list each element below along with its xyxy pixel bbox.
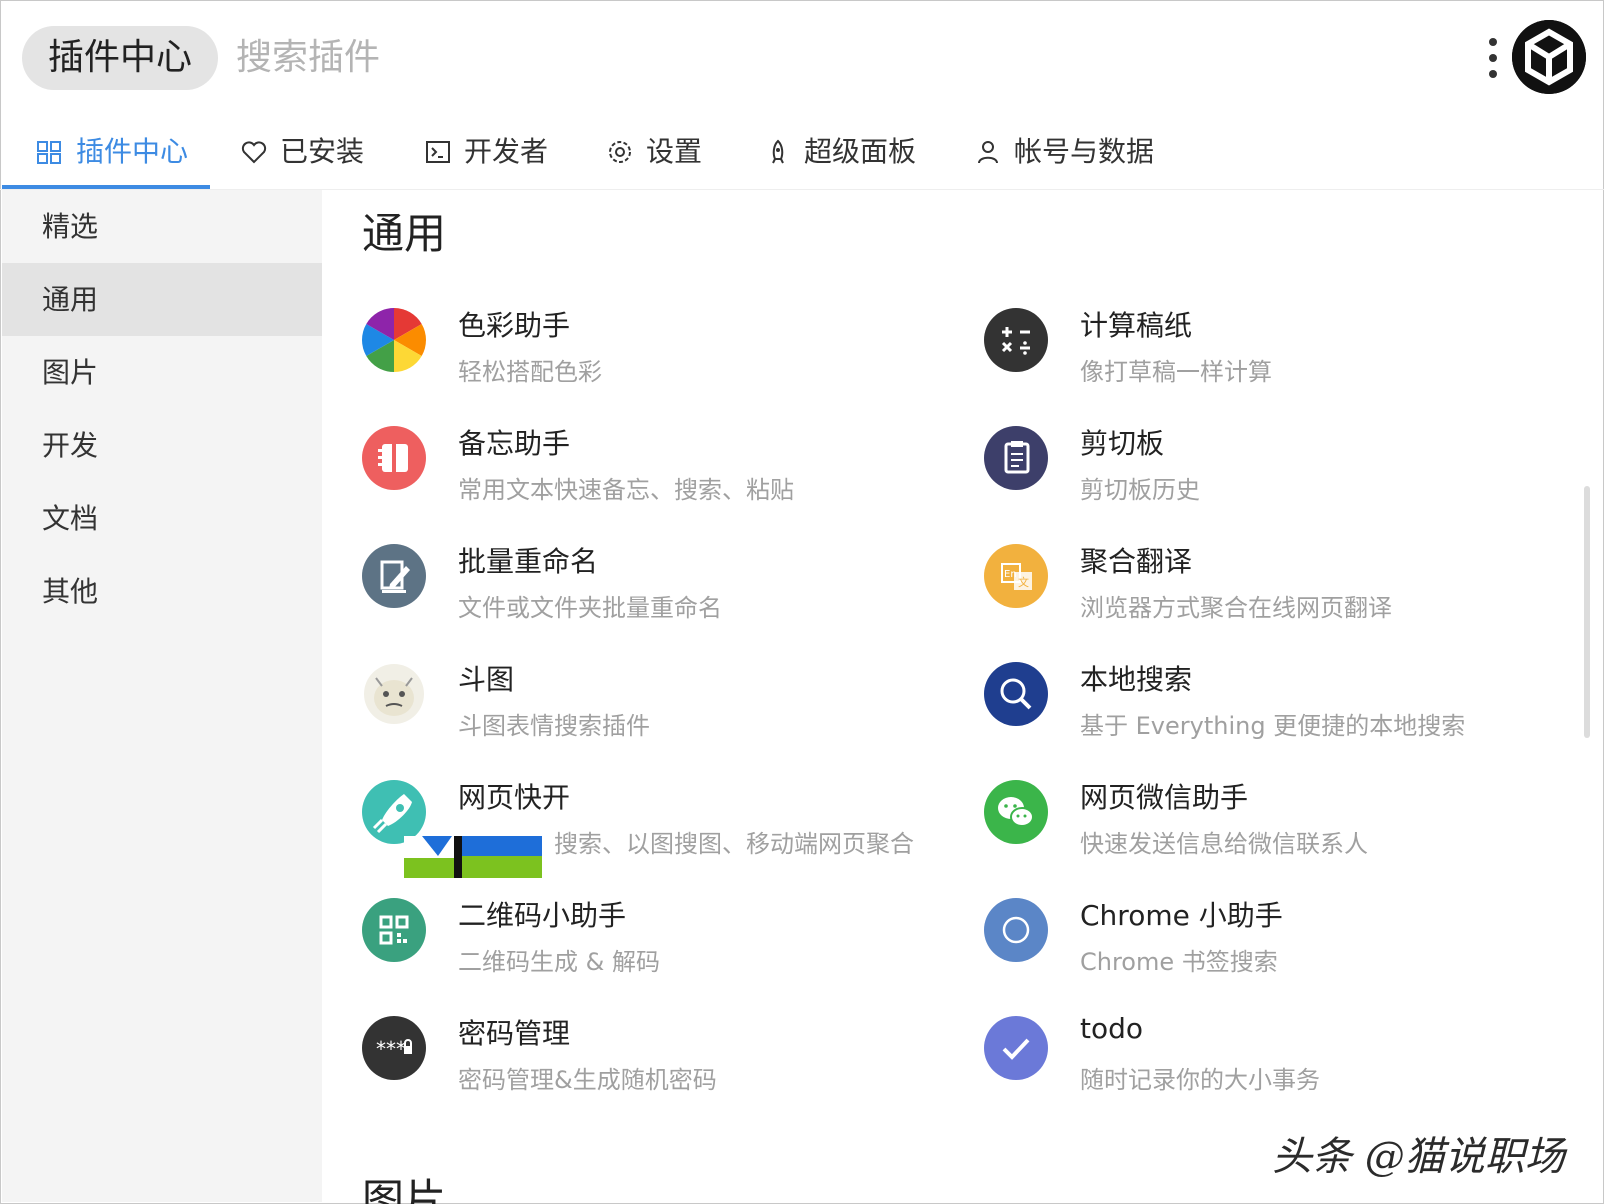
translate-icon: En 文	[984, 544, 1048, 608]
plugin-card[interactable]: 备忘助手 常用文本快速备忘、搜索、粘贴	[362, 414, 922, 524]
tab-account-data[interactable]: 帐号与数据	[974, 120, 1154, 190]
sidebar-item-featured[interactable]: 精选	[2, 190, 322, 263]
sidebar-item-development[interactable]: 开发	[2, 409, 322, 482]
plugin-center-pill[interactable]: 插件中心	[22, 26, 219, 90]
wechat-icon	[984, 780, 1048, 844]
plugin-desc: 斗图表情搜索插件	[458, 712, 650, 740]
plugin-card[interactable]: 色彩助手 轻松搭配色彩	[362, 296, 922, 406]
plugin-name: 斗图	[458, 663, 515, 696]
plugin-name: 聚合翻译	[1080, 545, 1193, 578]
plugin-name: 网页快开	[458, 781, 571, 814]
search-input[interactable]	[236, 26, 1036, 90]
tab-label: 设置	[646, 135, 703, 168]
tab-bar: 插件中心 已安装 开发者 设置 超级面板 帐号与数据	[0, 120, 1604, 190]
qrcode-icon	[362, 898, 426, 962]
edit-icon	[362, 544, 426, 608]
plugin-name: 备忘助手	[458, 427, 571, 460]
terminal-icon	[426, 141, 450, 163]
color-wheel-icon	[362, 308, 426, 372]
tab-plugin-center[interactable]: 插件中心	[36, 120, 188, 190]
sidebar-item-images[interactable]: 图片	[2, 336, 322, 409]
tab-label: 开发者	[464, 135, 549, 168]
rocket-launch-icon	[362, 780, 426, 844]
plugin-desc: 浏览器方式聚合在线网页翻译	[1080, 594, 1392, 622]
tab-label: 帐号与数据	[1014, 135, 1155, 168]
heart-icon	[241, 141, 267, 164]
scrollbar-thumb[interactable]	[1584, 486, 1590, 738]
plugin-card[interactable]: 剪切板 剪切板历史	[984, 414, 1544, 524]
plugin-desc: 常用文本快速备忘、搜索、粘贴	[458, 476, 794, 504]
plugin-name: 密码管理	[458, 1017, 571, 1050]
next-section-title: 图片	[362, 1175, 447, 1204]
plugin-name: 计算稿纸	[1080, 309, 1193, 342]
tab-developer[interactable]: 开发者	[424, 120, 548, 190]
search-icon	[984, 662, 1048, 726]
clipboard-icon	[984, 426, 1048, 490]
svg-text:***: ***	[376, 1037, 406, 1061]
notebook-icon	[362, 426, 426, 490]
plugin-desc: 像打草稿一样计算	[1080, 358, 1272, 386]
plugin-desc: 文件或文件夹批量重命名	[458, 594, 722, 622]
section-title: 通用	[362, 209, 447, 258]
plugin-desc: 基于 Everything 更便捷的本地搜索	[1080, 712, 1466, 740]
plugin-desc: 随时记录你的大小事务	[1080, 1066, 1320, 1094]
tab-label: 已安装	[280, 135, 365, 168]
plugin-name: 批量重命名	[458, 545, 599, 578]
sidebar-item-general[interactable]: 通用	[2, 263, 322, 336]
tab-installed[interactable]: 已安装	[240, 120, 364, 190]
password-icon: ***	[362, 1016, 426, 1080]
overlay-artifact-icon	[404, 836, 542, 878]
watermark-text: 头条 @猫说职场	[1272, 1134, 1565, 1180]
plugin-name: Chrome 小助手	[1080, 899, 1283, 932]
plugin-desc: 剪切板历史	[1080, 476, 1200, 504]
user-icon	[978, 141, 998, 164]
category-sidebar: 精选 通用 图片 开发 文档 其他	[2, 190, 322, 1202]
plugin-card[interactable]: 斗图 斗图表情搜索插件	[362, 650, 922, 760]
tab-settings[interactable]: 设置	[606, 120, 702, 190]
plugin-desc: 快速发送信息给微信联系人	[1080, 830, 1368, 858]
active-tab-indicator	[2, 185, 210, 189]
plugin-card[interactable]: Chrome 小助手 Chrome 书签搜索	[984, 886, 1544, 996]
grid-icon	[37, 141, 61, 164]
sidebar-item-other[interactable]: 其他	[2, 555, 322, 628]
tab-label: 超级面板	[804, 135, 917, 168]
plugin-card[interactable]: 网页微信助手 快速发送信息给微信联系人	[984, 768, 1544, 878]
plugin-name: 二维码小助手	[458, 899, 627, 932]
plugin-card[interactable]: 批量重命名 文件或文件夹批量重命名	[362, 532, 922, 642]
plugin-card[interactable]: 计算稿纸 像打草稿一样计算	[984, 296, 1544, 406]
plugin-card[interactable]: 二维码小助手 二维码生成 & 解码	[362, 886, 922, 996]
plugin-name: 剪切板	[1080, 427, 1165, 460]
meme-face-icon	[362, 662, 426, 726]
top-bar: 插件中心	[0, 0, 1604, 120]
plugin-card[interactable]: todo 随时记录你的大小事务	[984, 1004, 1544, 1114]
plugin-card[interactable]: 本地搜索 基于 Everything 更便捷的本地搜索	[984, 650, 1544, 760]
tab-super-panel[interactable]: 超级面板	[764, 120, 916, 190]
plugin-desc: 搜索、以图搜图、移动端网页聚合	[554, 830, 914, 858]
plugin-desc: 二维码生成 & 解码	[458, 948, 660, 976]
more-menu-icon[interactable]	[1486, 34, 1500, 82]
tab-label: 插件中心	[76, 135, 189, 168]
app-logo-icon[interactable]	[1512, 20, 1586, 94]
plugin-name: todo	[1080, 1012, 1144, 1045]
svg-text:文: 文	[1018, 575, 1029, 589]
plugin-card[interactable]: En 文 聚合翻译 浏览器方式聚合在线网页翻译	[984, 532, 1544, 642]
plugin-desc: Chrome 书签搜索	[1080, 948, 1278, 976]
plugin-desc: 轻松搭配色彩	[458, 358, 602, 386]
plugin-desc: 密码管理&生成随机密码	[458, 1066, 717, 1094]
plugin-name: 网页微信助手	[1080, 781, 1249, 814]
calculator-icon	[984, 308, 1048, 372]
gear-icon	[609, 141, 631, 163]
chrome-icon	[984, 898, 1048, 962]
check-icon	[984, 1016, 1048, 1080]
plugin-name: 色彩助手	[458, 309, 571, 342]
plugin-name: 本地搜索	[1080, 663, 1193, 696]
rocket-icon	[772, 139, 784, 164]
plugin-card[interactable]: *** 密码管理 密码管理&生成随机密码	[362, 1004, 922, 1114]
sidebar-item-documents[interactable]: 文档	[2, 482, 322, 555]
